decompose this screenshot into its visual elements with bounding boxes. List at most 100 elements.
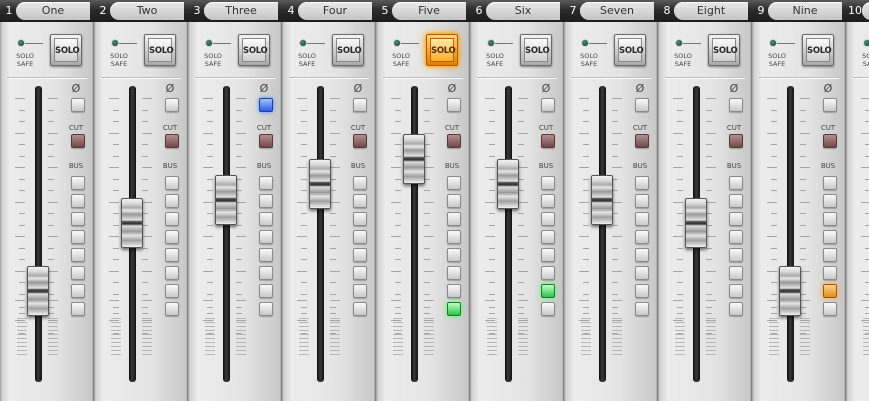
channel-name[interactable]: Four [298,2,372,20]
channel-name[interactable]: Three [204,2,278,20]
channel-name[interactable]: Seven [580,2,654,20]
bus-button[interactable] [729,248,743,262]
bus-button[interactable] [635,248,649,262]
bus-button[interactable] [447,302,461,316]
bus-button[interactable] [823,176,837,190]
fader-track[interactable] [223,86,230,382]
bus-button[interactable] [447,248,461,262]
bus-button[interactable] [165,302,179,316]
fader-handle[interactable] [403,134,425,184]
solo-safe-led-icon[interactable] [676,40,682,46]
bus-button[interactable] [823,302,837,316]
fader-handle[interactable] [591,175,613,225]
cut-button[interactable] [165,134,179,148]
bus-button[interactable] [823,248,837,262]
fader-track[interactable] [599,86,606,382]
bus-button[interactable] [541,266,555,280]
bus-button[interactable] [165,194,179,208]
bus-button[interactable] [541,248,555,262]
bus-button[interactable] [71,266,85,280]
phase-invert-button[interactable] [259,98,273,112]
bus-button[interactable] [541,212,555,226]
bus-button[interactable] [635,194,649,208]
bus-button[interactable] [71,248,85,262]
phase-invert-button[interactable] [165,98,179,112]
channel-name[interactable]: Eight [674,2,748,20]
solo-button[interactable]: SOLO [332,34,364,66]
fader-handle[interactable] [779,266,801,316]
channel-name[interactable]: Two [110,2,184,20]
bus-button[interactable] [259,266,273,280]
bus-button[interactable] [541,176,555,190]
bus-button[interactable] [165,212,179,226]
fader-handle[interactable] [685,198,707,248]
bus-button[interactable] [447,194,461,208]
bus-button[interactable] [353,212,367,226]
fader-handle[interactable] [121,198,143,248]
bus-button[interactable] [353,176,367,190]
cut-button[interactable] [353,134,367,148]
bus-button[interactable] [71,284,85,298]
phase-invert-button[interactable] [541,98,555,112]
solo-safe-led-icon[interactable] [864,40,869,46]
solo-button[interactable]: SOLO [426,34,458,66]
solo-safe-led-icon[interactable] [112,40,118,46]
bus-button[interactable] [729,284,743,298]
bus-button[interactable] [353,194,367,208]
bus-button[interactable] [823,194,837,208]
solo-button[interactable]: SOLO [50,34,82,66]
bus-button[interactable] [729,194,743,208]
bus-button[interactable] [353,230,367,244]
channel-name[interactable]: One [16,2,90,20]
solo-button[interactable]: SOLO [520,34,552,66]
fader-track[interactable] [411,86,418,382]
channel-name[interactable]: Five [392,2,466,20]
solo-button[interactable]: SOLO [238,34,270,66]
cut-button[interactable] [447,134,461,148]
bus-button[interactable] [447,230,461,244]
solo-safe-led-icon[interactable] [582,40,588,46]
fader-handle[interactable] [27,266,49,316]
bus-button[interactable] [165,176,179,190]
fader-track[interactable] [35,86,42,382]
bus-button[interactable] [729,266,743,280]
bus-button[interactable] [165,266,179,280]
fader-track[interactable] [317,86,324,382]
fader-handle[interactable] [309,159,331,209]
bus-button[interactable] [823,266,837,280]
bus-button[interactable] [447,284,461,298]
bus-button[interactable] [259,176,273,190]
bus-button[interactable] [541,302,555,316]
bus-button[interactable] [541,230,555,244]
solo-button[interactable]: SOLO [802,34,834,66]
bus-button[interactable] [447,176,461,190]
fader-track[interactable] [505,86,512,382]
bus-button[interactable] [541,194,555,208]
solo-button[interactable]: SOLO [614,34,646,66]
bus-button[interactable] [447,266,461,280]
channel-name[interactable]: Nine [768,2,842,20]
bus-button[interactable] [635,176,649,190]
bus-button[interactable] [259,284,273,298]
bus-button[interactable] [729,212,743,226]
cut-button[interactable] [541,134,555,148]
bus-button[interactable] [71,176,85,190]
solo-button[interactable]: SOLO [144,34,176,66]
solo-safe-led-icon[interactable] [394,40,400,46]
phase-invert-button[interactable] [823,98,837,112]
cut-button[interactable] [823,134,837,148]
bus-button[interactable] [71,302,85,316]
bus-button[interactable] [71,230,85,244]
bus-button[interactable] [823,230,837,244]
bus-button[interactable] [635,284,649,298]
bus-button[interactable] [353,284,367,298]
bus-button[interactable] [353,266,367,280]
bus-button[interactable] [729,302,743,316]
bus-button[interactable] [635,302,649,316]
fader-handle[interactable] [497,159,519,209]
phase-invert-button[interactable] [353,98,367,112]
fader-track[interactable] [787,86,794,382]
bus-button[interactable] [353,248,367,262]
solo-safe-led-icon[interactable] [18,40,24,46]
bus-button[interactable] [259,248,273,262]
